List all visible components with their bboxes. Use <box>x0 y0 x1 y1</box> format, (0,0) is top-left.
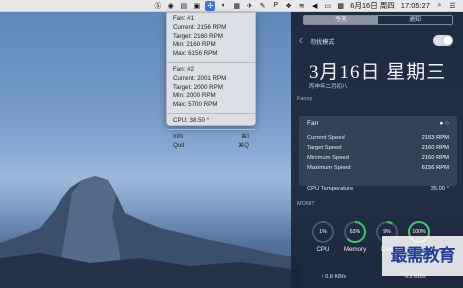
tab-notifications[interactable]: 通知 <box>378 16 452 24</box>
cpu-temp-label: CPU Temperature <box>307 186 354 192</box>
fan2-min: Min: 2000 RPM <box>173 92 216 100</box>
fan-dropdown-menu: Fan: #1 Current: 2156 RPM Target: 2160 R… <box>166 12 256 149</box>
fan1-min: Min: 2160 RPM <box>173 41 216 49</box>
row-label: Maximum Speed <box>307 165 351 171</box>
fan-selector-icons[interactable]: ● ○ <box>439 120 449 127</box>
quit-label: Quit <box>173 141 185 149</box>
gauge-label: CPU <box>316 246 330 253</box>
input-method-icon[interactable]: ▩ <box>336 1 345 11</box>
dnd-toggle[interactable] <box>433 35 453 46</box>
gauge-value: 1% <box>319 229 327 235</box>
gauge-cpu: 1% <box>311 220 335 244</box>
network-upload: ↑ 0.8 KB/s <box>321 274 347 280</box>
list-icon[interactable]: ☰ <box>448 1 457 11</box>
cpu-temp-value: 35.00 ° <box>430 186 449 192</box>
quit-shortcut: ⌘Q <box>237 141 249 149</box>
fan-widget: Fan ● ○ Current Speed 2153 RPM Target Spe… <box>299 116 457 186</box>
fan1-max: Max: 6156 RPM <box>173 50 218 58</box>
row-value: 6156 RPM <box>421 165 449 171</box>
gauge-label: Memory <box>343 246 367 253</box>
tab-today[interactable]: 今天 <box>304 16 378 24</box>
wifi-icon[interactable]: ≋ <box>297 1 306 11</box>
moon-icon: ☾ <box>299 38 306 45</box>
fan-row: Minimum Speed 2160 RPM <box>307 153 449 163</box>
menu-divider <box>167 128 255 130</box>
menu-bar: Ⓢ ◉ ▤ ▣ ✣ ◐ ▦ ✈ ✎ P ❖ ≋ ◀ ▭ ▩ 6月16日 周四 1… <box>0 0 463 12</box>
volume-icon[interactable]: ◀ <box>310 1 319 11</box>
nc-tab-switcher: 今天 通知 <box>303 15 453 25</box>
today-date: 3月16日 星期三 <box>309 62 447 83</box>
menu-divider <box>167 61 255 63</box>
p-icon[interactable]: P <box>271 1 280 11</box>
pen-icon[interactable]: ✎ <box>258 1 267 11</box>
row-value: 2160 RPM <box>421 145 449 151</box>
row-label: Current Speed <box>307 135 345 141</box>
record-icon[interactable]: ◉ <box>166 1 175 11</box>
menubar-date[interactable]: 6月16日 周四 <box>350 0 395 11</box>
row-value: 2153 RPM <box>421 135 449 141</box>
fan-row: Current Speed 2153 RPM <box>307 133 449 143</box>
cpu-temperature-row: CPU Temperature 35.00 ° <box>307 186 449 192</box>
menu-divider <box>167 112 255 114</box>
rocket-icon[interactable]: ✈ <box>245 1 254 11</box>
lunar-date: 丙申年二月初八 <box>309 84 348 90</box>
fan-icon[interactable]: ✣ <box>205 0 216 11</box>
info-shortcut: ⌘I <box>241 132 249 140</box>
toggle-knob <box>443 36 452 45</box>
fan2-current: Current: 2001 RPM <box>173 74 227 82</box>
dropbox-icon[interactable]: ❖ <box>284 1 293 11</box>
info-label: Info <box>173 132 184 140</box>
gauge-memory: 63% <box>343 220 367 244</box>
battery-icon[interactable]: ▭ <box>323 1 332 11</box>
skype-icon[interactable]: Ⓢ <box>153 1 162 11</box>
watermark: 最需教育 <box>382 236 463 276</box>
dnd-label: 勿扰模式 <box>310 39 335 46</box>
screen-icon[interactable]: ▣ <box>192 1 201 11</box>
info-menu-item[interactable]: Info ⌘I <box>173 133 249 142</box>
fan1-title: Fan: #1 <box>173 15 194 22</box>
row-label: Minimum Speed <box>307 155 349 161</box>
fan-row: Target Speed 2160 RPM <box>307 143 449 153</box>
menubar-time[interactable]: 17:05:27 <box>401 1 430 10</box>
fan1-target: Target: 2160 RPM <box>173 32 223 40</box>
fan-widget-title: Fan <box>307 120 319 127</box>
calendar-icon[interactable]: ▦ <box>232 1 241 11</box>
wallpaper-mountains <box>0 176 300 288</box>
search-icon[interactable]: ⌕ <box>435 1 444 11</box>
fan2-title: Fan: #2 <box>173 65 194 73</box>
quit-menu-item[interactable]: Quit ⌘Q <box>173 142 249 151</box>
do-not-disturb-row: ☾ 勿扰模式 <box>299 35 457 47</box>
temperature-icon[interactable]: ◐ <box>219 1 228 11</box>
fan1-current: Current: 2156 RPM <box>173 23 227 31</box>
fan-row: Maximum Speed 6156 RPM <box>307 163 449 173</box>
fanny-section-title: Fanny <box>297 96 313 102</box>
gauge-value: 63% <box>349 229 361 235</box>
monit-section-title: MONIT <box>297 201 315 207</box>
monitor-icon[interactable]: ▤ <box>179 1 188 11</box>
desktop: Ⓢ ◉ ▤ ▣ ✣ ◐ ▦ ✈ ✎ P ❖ ≋ ◀ ▭ ▩ 6月16日 周四 1… <box>0 0 463 288</box>
fan2-target: Target: 2000 RPM <box>173 83 223 91</box>
row-label: Target Speed <box>307 145 342 151</box>
cpu-temp-readout: CPU: 38.50 ° <box>173 116 210 124</box>
fan2-max: Max: 5700 RPM <box>173 101 218 109</box>
row-value: 2160 RPM <box>421 155 449 161</box>
